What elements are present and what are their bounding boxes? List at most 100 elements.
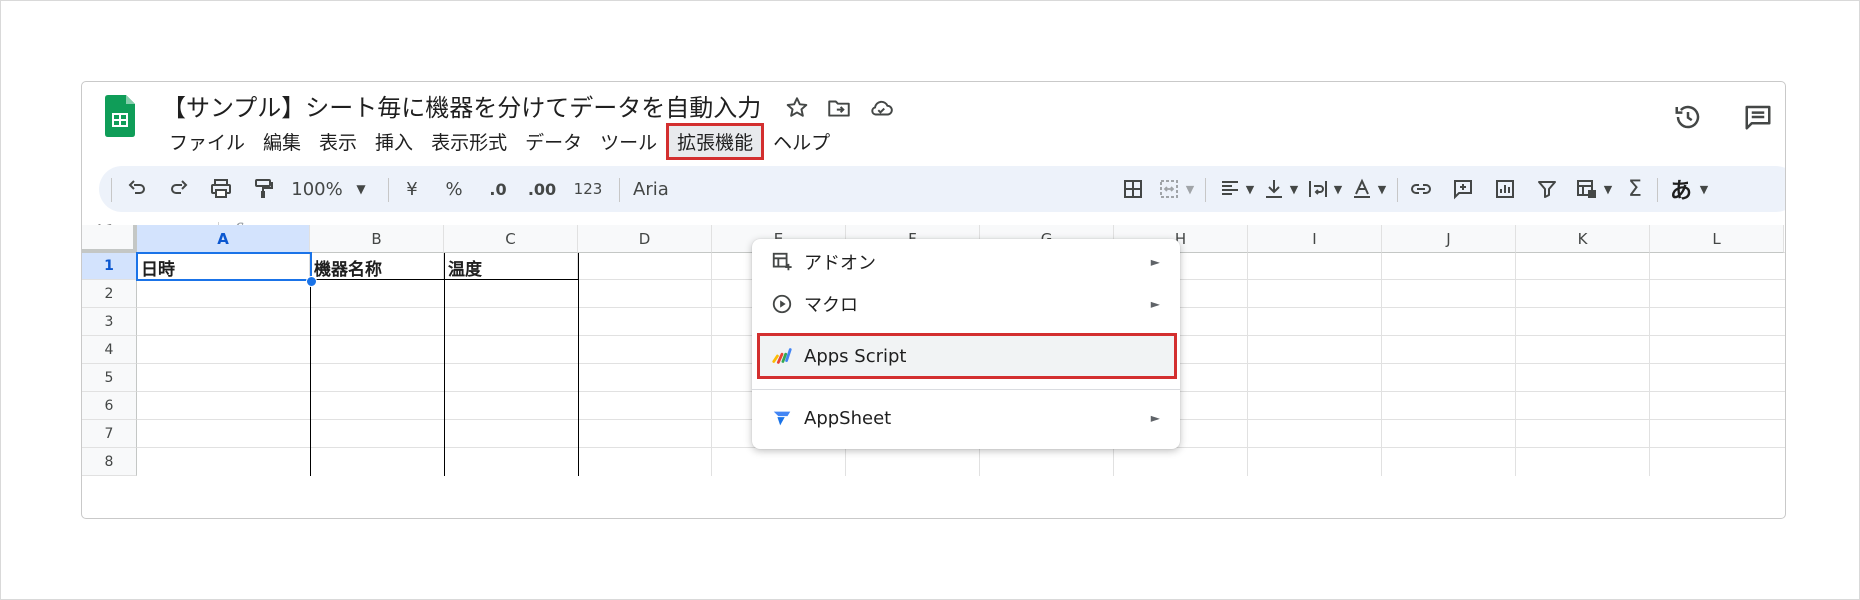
menu-format[interactable]: 表示形式	[422, 124, 516, 159]
toolbar: 100% ▼ ¥ % .0 .00 123 Aria ▼ ▼ ▼ ▼ ▼ ▼ Σ…	[99, 166, 1785, 212]
column-header-a[interactable]: A	[137, 225, 310, 253]
decrease-decimal-button[interactable]: .0	[484, 166, 512, 212]
column-header-d[interactable]: D	[578, 225, 712, 253]
insert-comment-icon[interactable]	[1449, 166, 1477, 212]
select-all-corner[interactable]	[82, 225, 137, 253]
move-folder-icon[interactable]	[826, 95, 852, 121]
row-header-1[interactable]: 1	[82, 253, 137, 280]
redo-icon[interactable]	[165, 166, 193, 212]
font-select[interactable]: Aria	[633, 166, 673, 212]
number-format-label: 123	[573, 180, 603, 198]
percent-format-button[interactable]: %	[443, 166, 465, 212]
decrease-decimal-label: .0	[489, 179, 507, 199]
grid-line	[1515, 253, 1516, 476]
cell-b1[interactable]: 機器名称	[310, 253, 444, 280]
cloud-status-icon[interactable]	[868, 95, 894, 121]
submenu-arrow-icon: ►	[1150, 411, 1160, 425]
cell-c1[interactable]: 温度	[444, 253, 578, 280]
menu-item-macros[interactable]: マクロ ►	[752, 284, 1180, 324]
column-header-j[interactable]: J	[1382, 225, 1516, 253]
borders-icon[interactable]	[1119, 166, 1147, 212]
column-header-l[interactable]: L	[1650, 225, 1784, 253]
chevron-down-icon[interactable]: ▼	[1331, 166, 1345, 212]
row-header-6[interactable]: 6	[82, 392, 137, 420]
table-border	[444, 253, 445, 476]
menu-help[interactable]: ヘルプ	[764, 124, 839, 159]
table-border	[310, 279, 578, 280]
input-tools-button[interactable]: あ	[1667, 166, 1695, 212]
menu-insert[interactable]: 挿入	[366, 124, 422, 159]
filter-icon[interactable]	[1533, 166, 1561, 212]
menu-data[interactable]: データ	[516, 124, 591, 159]
fill-handle[interactable]	[306, 276, 317, 287]
grid-line	[1649, 253, 1650, 476]
document-title[interactable]: 【サンプル】シート毎に機器を分けてデータを自動入力	[162, 88, 761, 123]
chevron-down-icon[interactable]: ▼	[1183, 166, 1197, 212]
filter-views-icon[interactable]	[1573, 166, 1601, 212]
chevron-down-icon[interactable]: ▼	[1375, 166, 1389, 212]
addon-icon	[770, 250, 794, 274]
paint-format-icon[interactable]	[249, 166, 277, 212]
row-header-7[interactable]: 7	[82, 420, 137, 448]
insert-link-icon[interactable]	[1407, 166, 1435, 212]
menu-view[interactable]: 表示	[310, 124, 366, 159]
more-formats-button[interactable]: 123	[571, 166, 605, 212]
currency-format-button[interactable]: ¥	[401, 166, 423, 212]
text-wrap-icon[interactable]	[1305, 166, 1331, 212]
menu-item-addons[interactable]: アドオン ►	[752, 242, 1180, 282]
vertical-align-icon[interactable]	[1261, 166, 1287, 212]
menu-extensions[interactable]: 拡張機能	[666, 122, 765, 160]
column-header-b[interactable]: B	[310, 225, 444, 253]
chevron-down-icon[interactable]: ▼	[1697, 166, 1711, 212]
table-border	[578, 253, 579, 476]
undo-icon[interactable]	[123, 166, 151, 212]
currency-label: ¥	[406, 178, 418, 200]
sheets-window: 【サンプル】シート毎に機器を分けてデータを自動入力 ファイル 編集 表示 挿入 …	[81, 81, 1786, 519]
chevron-down-icon[interactable]: ▼	[1287, 166, 1301, 212]
column-header-c[interactable]: C	[444, 225, 578, 253]
toolbar-separator	[1397, 178, 1398, 202]
row-header-4[interactable]: 4	[82, 336, 137, 364]
menu-edit[interactable]: 編集	[254, 124, 310, 159]
insert-chart-icon[interactable]	[1491, 166, 1519, 212]
toolbar-separator	[619, 178, 620, 202]
comments-icon[interactable]	[1743, 102, 1773, 132]
merge-cells-icon[interactable]	[1155, 166, 1183, 212]
menu-item-apps-script[interactable]: Apps Script	[752, 336, 1180, 376]
row-header-8[interactable]: 8	[82, 448, 137, 476]
star-icon[interactable]	[784, 95, 810, 121]
row-header-2[interactable]: 2	[82, 280, 137, 308]
input-tools-label: あ	[1669, 179, 1692, 204]
version-history-icon[interactable]	[1673, 102, 1703, 132]
row-header-3[interactable]: 3	[82, 308, 137, 336]
text-rotation-icon[interactable]	[1349, 166, 1375, 212]
menu-item-appsheet[interactable]: AppSheet ►	[752, 398, 1180, 438]
menu-file[interactable]: ファイル	[160, 124, 254, 159]
percent-label: %	[445, 178, 463, 200]
apps-script-icon	[770, 344, 794, 368]
zoom-value: 100%	[291, 178, 343, 200]
sum-label: Σ	[1628, 176, 1642, 202]
toolbar-separator	[388, 178, 389, 202]
toolbar-separator	[111, 178, 112, 202]
chevron-down-icon[interactable]: ▼	[1243, 166, 1257, 212]
cell-selection	[136, 252, 312, 281]
menu-bar: ファイル 編集 表示 挿入 表示形式 データ ツール 拡張機能 ヘルプ	[160, 122, 839, 160]
functions-icon[interactable]: Σ	[1621, 166, 1649, 212]
column-header-k[interactable]: K	[1516, 225, 1650, 253]
chevron-down-icon[interactable]: ▼	[353, 166, 369, 212]
print-icon[interactable]	[207, 166, 235, 212]
horizontal-align-icon[interactable]	[1217, 166, 1243, 212]
font-name: Aria	[633, 178, 669, 200]
menu-tools[interactable]: ツール	[591, 124, 666, 159]
zoom-select[interactable]: 100%	[289, 166, 345, 212]
column-header-i[interactable]: I	[1248, 225, 1382, 253]
submenu-arrow-icon: ►	[1150, 255, 1160, 269]
sheets-logo-icon[interactable]	[105, 95, 135, 137]
menu-item-label: マクロ	[804, 295, 858, 316]
chevron-down-icon[interactable]: ▼	[1601, 166, 1615, 212]
row-header-5[interactable]: 5	[82, 364, 137, 392]
increase-decimal-button[interactable]: .00	[525, 166, 559, 212]
increase-decimal-label: .00	[527, 179, 557, 199]
toolbar-separator	[1657, 178, 1658, 202]
